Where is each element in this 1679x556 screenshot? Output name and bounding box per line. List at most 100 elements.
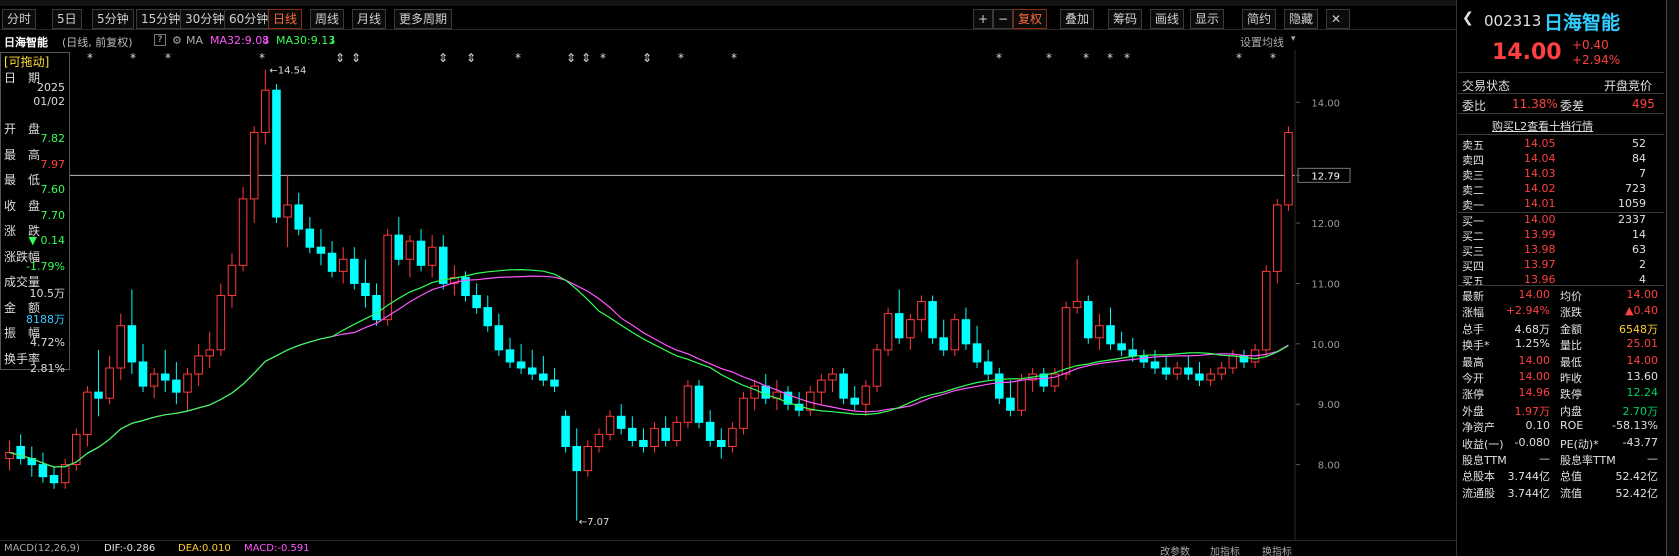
candlestick-chart[interactable]: 14.00 12.79 12.00 11.00 10.00 9.00 8.00 ←14.54 ←… [0, 50, 1456, 542]
chips-button[interactable]: 筹码 [1108, 9, 1143, 29]
candle-body [83, 391, 92, 435]
data-window-value: 2.81% [30, 361, 65, 375]
stat-label: 内盘 [1560, 404, 1582, 418]
zoom-out-button[interactable]: − [993, 9, 1014, 29]
tab-15min[interactable]: 15分钟 [136, 9, 186, 29]
candle-body [1083, 301, 1093, 339]
tab-more-periods[interactable]: 更多周期 [394, 9, 453, 29]
tab-monthly[interactable]: 月线 [352, 9, 387, 29]
ask-volume: 7 [1639, 167, 1646, 180]
candle-body [516, 361, 526, 369]
last-price: 14.00 [1492, 40, 1562, 65]
data-window[interactable]: [可拖动] 日 期 2025 01/02 开 盘 7.82 最 高 7.97 最 低 7.60 收… [0, 52, 70, 375]
ask-price: 14.03 [1524, 167, 1556, 180]
wb-value: 11.38% [1512, 97, 1558, 111]
dual-marker-icon: ⇕ [335, 51, 345, 65]
zoom-in-button[interactable]: + [973, 9, 994, 29]
ask-price: 14.02 [1524, 182, 1556, 195]
star-marker-icon: * [259, 51, 265, 65]
fuquan-button[interactable]: 复权 [1013, 9, 1048, 29]
chevron-down-icon[interactable]: ▾ [1291, 34, 1296, 44]
tab-60min[interactable]: 60分钟 [224, 9, 274, 29]
candle-body [705, 421, 715, 441]
stat-label: 总手 [1462, 322, 1484, 336]
change-params-button[interactable]: 改参数 [1160, 543, 1190, 556]
price-axis-label: 8.00 [1318, 461, 1340, 472]
candle-body [416, 240, 426, 266]
candle-body [116, 325, 126, 369]
star-marker-icon: * [87, 51, 93, 65]
divider [1458, 285, 1664, 286]
candle-body [1206, 373, 1215, 381]
hide-button[interactable]: 隐藏 [1284, 9, 1319, 29]
candle-body [327, 252, 337, 272]
stat-value: 14.96 [1518, 386, 1551, 400]
candle-body [272, 89, 281, 218]
candle-body [672, 421, 682, 441]
stat-value: 4.68万 [1514, 322, 1551, 336]
stat-label: 收益(一) [1462, 437, 1504, 451]
data-window-label: 日 期 [4, 71, 41, 85]
stat-label: 涨幅 [1462, 306, 1484, 320]
ma32-value: MA32:9.08 [210, 34, 270, 47]
candle-body [127, 325, 137, 363]
display-button[interactable]: 显示 [1190, 9, 1225, 29]
draw-line-button[interactable]: 画线 [1150, 9, 1185, 29]
candle-body [183, 373, 192, 393]
candle-body [961, 319, 971, 345]
change-indicator-button[interactable]: 换指标 [1262, 543, 1292, 556]
candle-body [405, 240, 415, 260]
candle-body [995, 373, 1004, 399]
tab-30min[interactable]: 30分钟 [180, 9, 230, 29]
stat-label: PE(动)* [1560, 437, 1599, 451]
ma30-arrow-icon: ↓ [328, 34, 338, 47]
star-marker-icon: * [996, 51, 1002, 65]
tab-weekly[interactable]: 周线 [310, 9, 345, 29]
bid-price: 13.98 [1524, 243, 1556, 256]
candle-body [49, 474, 59, 484]
ma-settings-link[interactable]: 设置均线 [1240, 34, 1284, 50]
star-marker-icon: * [165, 51, 171, 65]
stat-label: 流通股 [1462, 486, 1495, 500]
candle-body [505, 349, 515, 363]
stock-code: 002313 [1484, 12, 1542, 30]
candle-body [1017, 379, 1026, 411]
settings-gear-icon[interactable]: ⚙ [172, 34, 182, 47]
candle-body [494, 325, 504, 351]
help-icon[interactable]: ? [154, 34, 166, 46]
price-axis-label: 12.00 [1311, 219, 1340, 230]
back-arrow-icon[interactable]: ❮ [1462, 10, 1474, 26]
tab-5min[interactable]: 5分钟 [92, 9, 134, 29]
candle-body [605, 415, 615, 435]
candle-body [539, 373, 548, 381]
l2-upgrade-link[interactable]: 购买L2查看十档行情 [1492, 118, 1593, 134]
chart-info-line: 日海智能 (日线, 前复权) ? ⚙ MA MA32:9.08 ↓ MA30:9… [0, 32, 1400, 50]
stat-label: 均价 [1560, 290, 1582, 303]
candle-body [227, 264, 237, 297]
wb-label: 委比 [1462, 99, 1487, 113]
quote-panel: ❮ 002313 日海智能 14.00 +0.40 +2.94% 交易状态 开盘竞价 委比 11.… [1456, 0, 1666, 556]
candle-body [894, 313, 904, 339]
add-indicator-button[interactable]: 加指标 [1210, 543, 1240, 556]
candle-body [1161, 367, 1171, 375]
stat-label: 最新 [1462, 290, 1484, 303]
tab-daily[interactable]: 日线 [268, 9, 303, 29]
close-icon[interactable]: ✕ [1326, 9, 1350, 29]
candle-body [1228, 355, 1238, 369]
divider [1458, 93, 1664, 94]
side-edge-strip[interactable] [1666, 0, 1679, 556]
ask-volume: 723 [1625, 182, 1646, 195]
ma-label: MA [186, 34, 204, 47]
data-window-title[interactable]: [可拖动] [4, 53, 49, 70]
tab-fenshi[interactable]: 分时 [2, 9, 37, 29]
candle-body [628, 427, 637, 441]
simple-button[interactable]: 简约 [1242, 9, 1277, 29]
divider [1458, 72, 1664, 73]
stat-value: 1.25% [1515, 337, 1550, 351]
tab-5day[interactable]: 5日 [52, 9, 82, 29]
quote-stock-name: 日海智能 [1544, 12, 1621, 34]
candle-body [472, 295, 481, 309]
ask-volume: 52 [1632, 137, 1646, 150]
star-marker-icon: * [678, 51, 684, 65]
overlay-button[interactable]: 叠加 [1060, 9, 1095, 29]
